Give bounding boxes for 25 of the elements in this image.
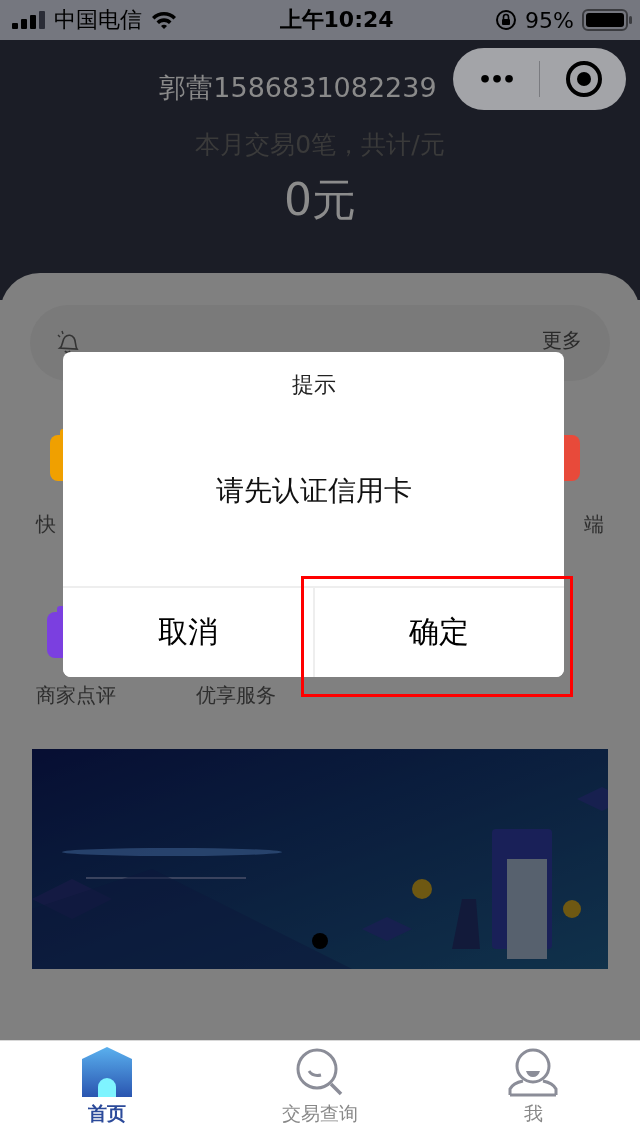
amount-value: 0元 — [284, 173, 356, 227]
wifi-icon — [150, 10, 178, 30]
shortcut-label[interactable]: 优享服务 — [196, 682, 276, 709]
tab-item[interactable]: 首页 — [26, 1041, 187, 1136]
tab-item[interactable]: 交易查询 — [240, 1041, 400, 1136]
account-name[interactable]: 郭蕾1586831082239 — [159, 70, 437, 106]
shortcut-label[interactable]: 端 — [584, 511, 604, 538]
rotation-lock-icon — [495, 9, 518, 31]
confirm-button[interactable]: 确定 — [312, 588, 564, 677]
shortcut-label[interactable]: 快 — [36, 511, 56, 538]
more-button[interactable]: ••• — [453, 66, 539, 92]
tab-item[interactable]: 我 — [453, 1041, 614, 1136]
search-icon — [295, 1047, 345, 1097]
battery-percent: 95% — [525, 7, 574, 33]
more-link[interactable]: 更多 — [542, 329, 582, 351]
signal-icon — [12, 11, 46, 29]
home-icon — [81, 1047, 132, 1097]
dialog-title: 提示 — [290, 371, 337, 399]
battery-icon — [582, 9, 632, 31]
shortcut-label[interactable]: 商家点评 — [36, 682, 116, 709]
person-icon — [508, 1047, 559, 1097]
dialog-message: 请先认证信用卡 — [214, 473, 413, 509]
status-time: 上午10:24 — [279, 6, 394, 34]
carrier-name: 中国电信 — [54, 6, 142, 34]
close-target-icon[interactable] — [564, 59, 604, 99]
